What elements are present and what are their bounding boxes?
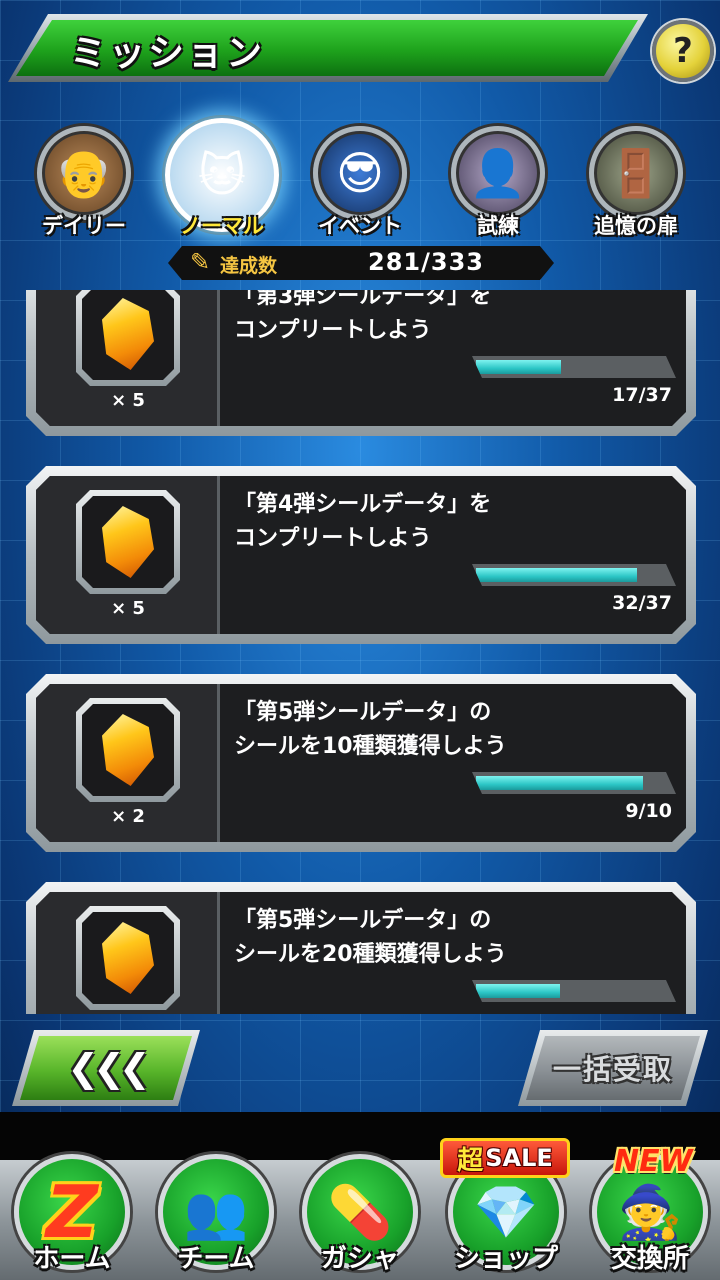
nav-label: 交換所 bbox=[610, 1244, 689, 1274]
sale-badge: 超 SALE bbox=[440, 1138, 570, 1178]
nav-team[interactable]: 👥 チーム bbox=[150, 1154, 282, 1280]
tab-trial[interactable]: 👤 試練 bbox=[428, 118, 568, 240]
back-arrows-icon: ❮❮❮ bbox=[20, 1036, 192, 1100]
dragon-stone-icon bbox=[102, 714, 154, 786]
achievement-count-bar: ✎ 達成数 281/333 bbox=[168, 246, 554, 280]
tab-label: 追憶の扉 bbox=[594, 214, 678, 238]
tab-memory-door[interactable]: 🚪 追憶の扉 bbox=[566, 118, 706, 240]
kaioh-portrait-icon: 😎 bbox=[313, 126, 407, 220]
reward-panel: × 5 bbox=[36, 290, 220, 426]
dragon-stone-icon bbox=[102, 922, 154, 994]
achievement-value: 281/333 bbox=[368, 248, 484, 276]
nav-label: ホーム bbox=[33, 1244, 111, 1274]
tab-label: デイリー bbox=[42, 214, 126, 238]
progress-count: 17/37 bbox=[612, 384, 672, 406]
mission-description: 「第5弾シールデータ」の シールを20種類獲得しよう bbox=[234, 908, 507, 967]
nav-label: チーム bbox=[177, 1244, 255, 1274]
achievement-label: 達成数 bbox=[220, 255, 278, 277]
tab-daily[interactable]: 👴 デイリー bbox=[14, 118, 154, 240]
reward-panel bbox=[36, 892, 220, 1014]
mission-card[interactable]: × 5 「第4弾シールデータ」を コンプリートしよう 32/37 bbox=[26, 466, 696, 644]
reward-panel: × 5 bbox=[36, 476, 220, 634]
progress-bar bbox=[472, 980, 676, 1002]
kai-portrait-icon: 👤 bbox=[451, 126, 545, 220]
progress-count: 32/37 bbox=[612, 592, 672, 614]
mission-card[interactable]: × 5 「第3弾シールデータ」を コンプリートしよう 17/37 bbox=[26, 290, 696, 436]
mission-tabs: 👴 デイリー 🐱 ノーマル 😎 イベント 👤 試練 🚪 追憶の扉 bbox=[0, 118, 720, 240]
new-badge: NEW bbox=[614, 1144, 693, 1179]
mission-description: 「第5弾シールデータ」の シールを10種類獲得しよう bbox=[234, 700, 507, 759]
mission-description: 「第4弾シールデータ」を コンプリートしよう bbox=[234, 492, 492, 551]
nav-label: ガシャ bbox=[320, 1244, 399, 1274]
pencil-icon: ✎ bbox=[190, 248, 211, 276]
claim-all-button[interactable]: 一括受取 bbox=[518, 1030, 708, 1106]
nav-home[interactable]: Z ホーム bbox=[6, 1154, 138, 1280]
mission-list[interactable]: × 5 「第3弾シールデータ」を コンプリートしよう 17/37 × 5 「第4… bbox=[0, 290, 720, 1014]
progress-count: 9/10 bbox=[625, 800, 672, 822]
reward-panel: × 2 bbox=[36, 684, 220, 842]
tab-label: ノーマル bbox=[180, 214, 264, 238]
nav-label: ショップ bbox=[453, 1244, 558, 1274]
tab-normal[interactable]: 🐱 ノーマル bbox=[152, 118, 292, 240]
page-title: ミッション bbox=[70, 33, 266, 74]
progress-bar bbox=[472, 564, 676, 586]
claim-all-label: 一括受取 bbox=[526, 1036, 700, 1100]
progress-bar bbox=[472, 356, 676, 378]
dragon-stone-icon bbox=[102, 506, 154, 578]
mission-description: 「第3弾シールデータ」を コンプリートしよう bbox=[234, 290, 492, 343]
reward-quantity: × 5 bbox=[111, 390, 145, 411]
tab-label: 試練 bbox=[477, 214, 519, 238]
bottom-nav: Z ホーム 👥 チーム 💊 ガシャ 💎 ショップ 🧙 交換所 bbox=[0, 1154, 720, 1280]
header-banner: ミッション bbox=[8, 14, 648, 84]
progress-bar bbox=[472, 772, 676, 794]
reward-quantity: × 2 bbox=[111, 806, 145, 827]
dragon-stone-icon bbox=[102, 298, 154, 370]
divider-strip bbox=[0, 1112, 720, 1160]
nav-gasha[interactable]: 💊 ガシャ bbox=[294, 1154, 426, 1280]
tab-event[interactable]: 😎 イベント bbox=[290, 118, 430, 240]
mission-card[interactable]: × 2 「第5弾シールデータ」の シールを10種類獲得しよう 9/10 bbox=[26, 674, 696, 852]
mission-card[interactable]: 「第5弾シールデータ」の シールを20種類獲得しよう bbox=[26, 882, 696, 1014]
door-icon: 🚪 bbox=[589, 126, 683, 220]
tab-label: イベント bbox=[318, 214, 402, 238]
reward-quantity: × 5 bbox=[111, 598, 145, 619]
back-button[interactable]: ❮❮❮ bbox=[12, 1030, 200, 1106]
question-mark-icon: ? bbox=[673, 31, 693, 71]
roshi-portrait-icon: 👴 bbox=[37, 126, 131, 220]
help-button[interactable]: ? bbox=[652, 20, 714, 82]
